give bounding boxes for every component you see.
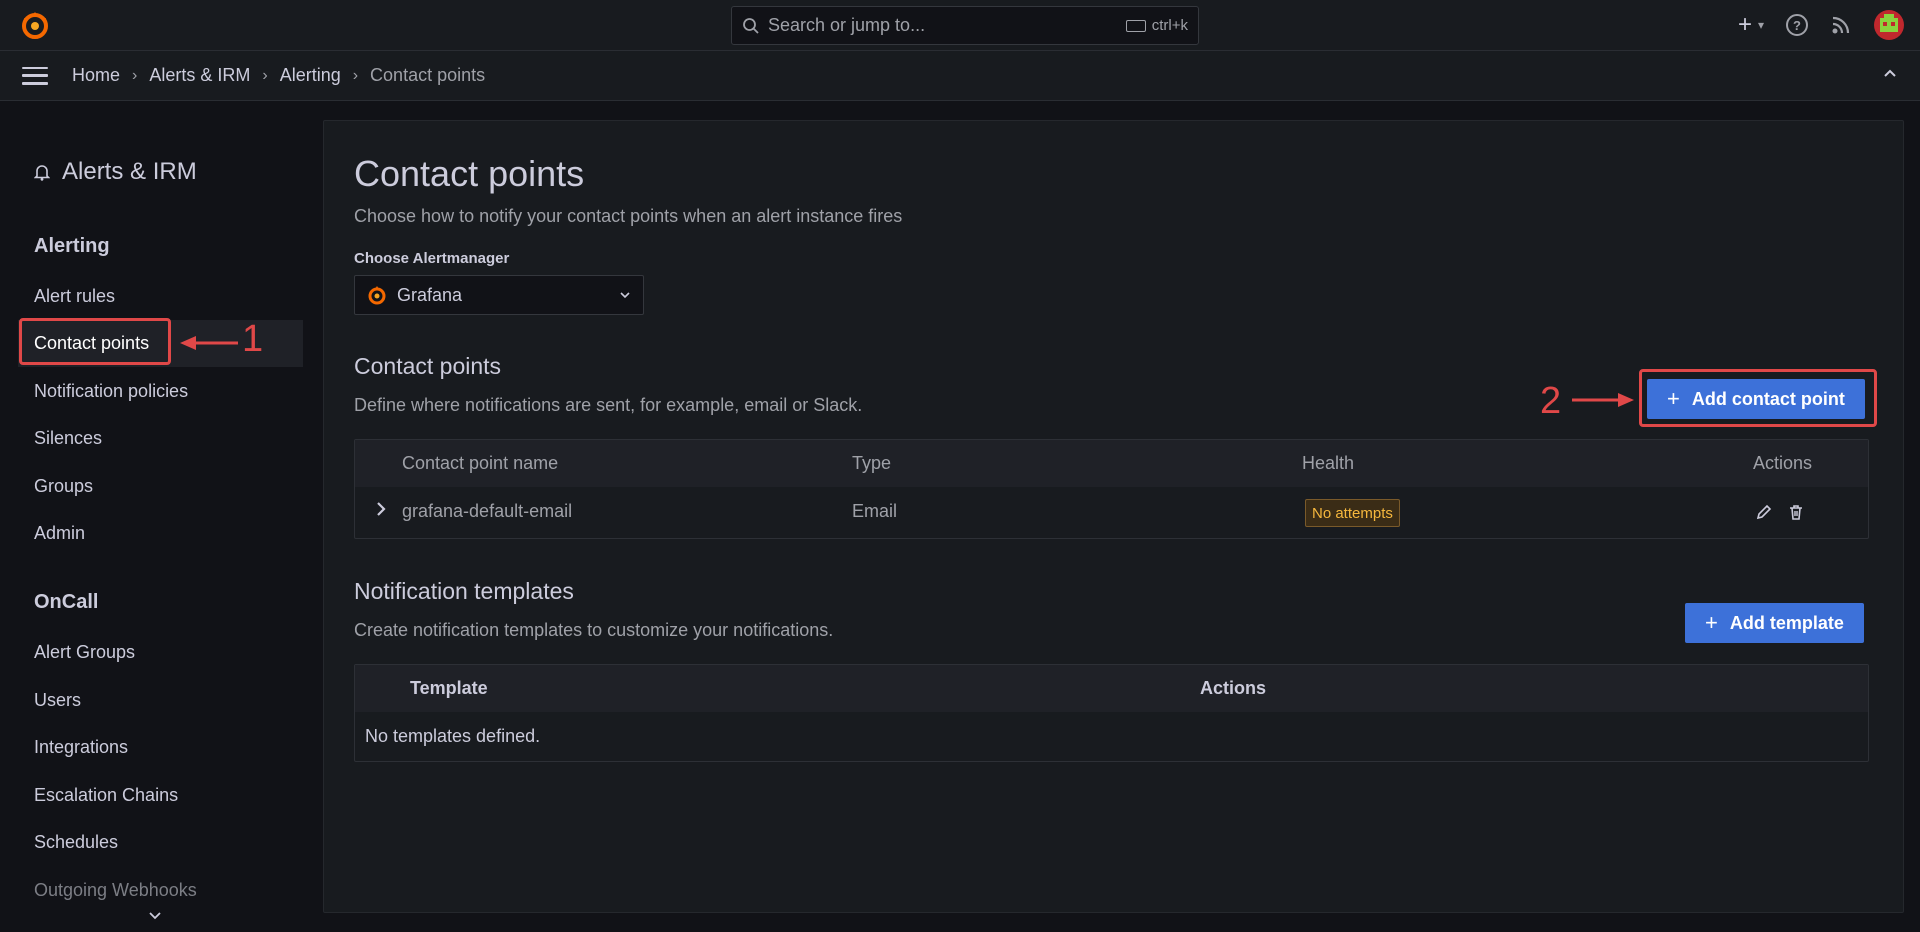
page-subtitle: Choose how to notify your contact points… — [354, 206, 903, 226]
grafana-logo-icon — [368, 286, 386, 305]
shortcut-hint: ctrl+k — [1125, 17, 1188, 34]
column-header-type: Type — [852, 453, 892, 473]
health-status-badge: No attempts — [1305, 499, 1400, 527]
sidebar-item-groups[interactable]: Groups — [34, 476, 93, 497]
help-icon[interactable]: ? — [1786, 14, 1808, 36]
top-bar: Search or jump to... ctrl+k + ▾ ? — [0, 0, 1920, 51]
table-row: grafana-default-email Email No attempts — [355, 487, 1868, 538]
templates-table: Template Actions No templates defined. — [354, 664, 1869, 762]
sidebar-item-silences[interactable]: Silences — [34, 428, 102, 449]
contact-points-section-title: Contact points — [354, 353, 502, 379]
sidebar-item-users[interactable]: Users — [34, 690, 81, 711]
templates-section-title: Notification templates — [354, 578, 574, 604]
sidebar-item-notification-policies[interactable]: Notification policies — [34, 381, 188, 402]
bell-icon — [34, 165, 50, 181]
contact-point-name: grafana-default-email — [402, 501, 573, 521]
chevron-up-icon[interactable] — [1882, 65, 1898, 81]
annotation-number-2: 2 — [1540, 380, 1562, 422]
sidebar-title-text: Alerts & IRM — [62, 158, 197, 185]
breadcrumb-home[interactable]: Home — [72, 65, 120, 86]
delete-trash-icon[interactable] — [1787, 503, 1805, 521]
chevron-down-icon: ▾ — [1757, 18, 1764, 32]
alertmanager-select[interactable]: Grafana — [354, 275, 644, 315]
breadcrumb-separator-icon: › — [132, 66, 138, 84]
breadcrumb-bar: Home › Alerts & IRM › Alerting › Contact… — [0, 51, 1920, 101]
sidebar: Alerts & IRM Alerting Alert rules Contac… — [0, 102, 312, 932]
alertmanager-value: Grafana — [397, 284, 463, 305]
breadcrumb-separator-icon: › — [262, 66, 268, 84]
annotation-highlight-2 — [1639, 369, 1877, 427]
search-icon — [743, 17, 759, 34]
contact-points-table-header: Contact point name Type Health Actions — [355, 440, 1868, 487]
annotation-arrow-1-icon — [180, 336, 238, 350]
edit-pencil-icon[interactable] — [1755, 503, 1773, 521]
breadcrumb-separator-icon: › — [352, 66, 359, 84]
column-header-actions: Actions — [1753, 453, 1813, 473]
sidebar-section-alerting: Alerting — [34, 235, 110, 257]
sidebar-item-schedules[interactable]: Schedules — [34, 832, 118, 853]
shortcut-text: ctrl+k — [1151, 17, 1188, 34]
breadcrumb-contact-points: Contact points — [370, 65, 486, 85]
sidebar-item-escalation-chains[interactable]: Escalation Chains — [34, 785, 178, 806]
templates-table-header: Template Actions — [355, 665, 1868, 712]
page-title: Contact points — [354, 153, 585, 194]
new-menu-button[interactable]: + ▾ — [1738, 11, 1764, 39]
sidebar-section-oncall: OnCall — [34, 591, 99, 613]
add-template-button[interactable]: + Add template — [1685, 603, 1864, 643]
alertmanager-label: Choose Alertmanager — [354, 250, 510, 267]
contact-points-table: Contact point name Type Health Actions g… — [354, 439, 1869, 539]
user-avatar[interactable] — [1874, 10, 1904, 40]
add-template-label: Add template — [1729, 612, 1844, 633]
contact-points-section-subtitle: Define where notifications are sent, for… — [354, 395, 863, 415]
menu-toggle-icon[interactable] — [22, 66, 48, 85]
templates-section-subtitle: Create notification templates to customi… — [354, 620, 834, 640]
sidebar-item-alert-rules[interactable]: Alert rules — [34, 286, 115, 307]
sidebar-item-integrations[interactable]: Integrations — [34, 737, 128, 758]
sidebar-item-outgoing-webhooks[interactable]: Outgoing Webhooks — [34, 880, 197, 901]
sidebar-item-admin[interactable]: Admin — [34, 523, 85, 544]
plus-icon: + — [1737, 11, 1752, 38]
column-header-name: Contact point name — [402, 453, 559, 473]
search-bar[interactable]: Search or jump to... ctrl+k — [731, 6, 1199, 45]
annotation-number-1: 1 — [242, 318, 264, 360]
keyboard-icon — [1125, 19, 1146, 32]
column-header-health: Health — [1302, 453, 1355, 473]
annotation-arrow-2-icon — [1572, 393, 1634, 407]
column-header-template: Template — [410, 678, 488, 698]
plus-icon: + — [1705, 610, 1718, 635]
scroll-down-chevron-icon[interactable] — [148, 910, 162, 922]
no-templates-message: No templates defined. — [365, 726, 541, 746]
expand-row-chevron-icon[interactable] — [375, 501, 387, 517]
grafana-logo-icon[interactable] — [20, 10, 50, 40]
contact-point-type: Email — [852, 501, 898, 521]
chevron-down-icon — [620, 292, 630, 299]
table-row: No templates defined. — [355, 712, 1868, 763]
news-feed-icon[interactable] — [1830, 14, 1852, 36]
sidebar-item-alert-groups[interactable]: Alert Groups — [34, 642, 135, 663]
search-placeholder: Search or jump to... — [768, 15, 926, 35]
annotation-highlight-1 — [19, 318, 171, 365]
sidebar-title: Alerts & IRM — [34, 158, 197, 186]
main-panel: Contact points Choose how to notify your… — [323, 120, 1904, 913]
column-header-template-actions: Actions — [1200, 678, 1267, 698]
breadcrumb-alerts-irm[interactable]: Alerts & IRM — [149, 65, 250, 86]
breadcrumb-alerting[interactable]: Alerting — [280, 65, 341, 86]
